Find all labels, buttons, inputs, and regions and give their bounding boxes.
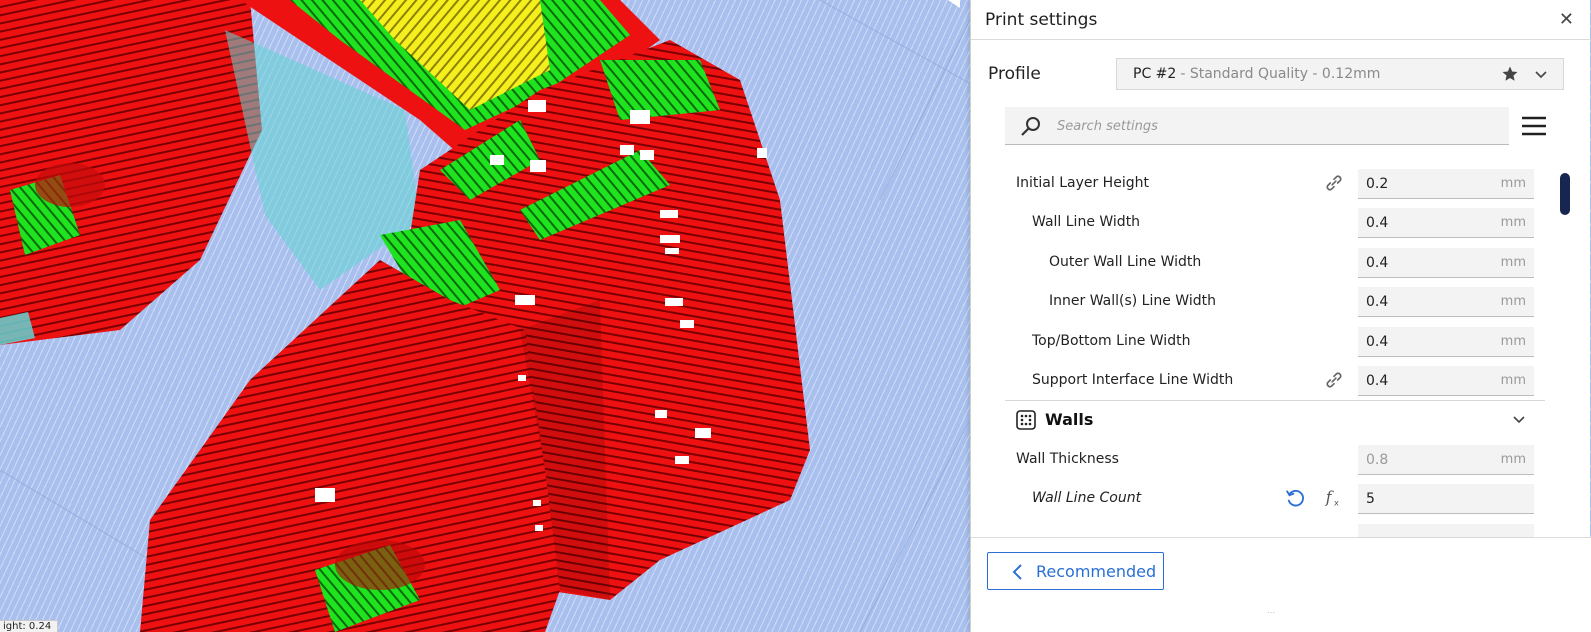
search-icon (1021, 117, 1040, 136)
setting-label: Inner Wall(s) Line Width (1049, 293, 1216, 309)
category-label: Walls (1045, 410, 1094, 429)
outer-wall-line-width-field[interactable]: 0.4 mm (1358, 248, 1534, 278)
model-part-left (0, 0, 262, 345)
search-row (1005, 107, 1548, 145)
walls-icon (1016, 410, 1036, 430)
field-unit: mm (1500, 255, 1526, 270)
field-unit: mm (1500, 294, 1526, 309)
panel-title: Print settings (985, 9, 1098, 30)
field-value: 5 (1366, 490, 1375, 507)
setting-inner-wall-line-width: Inner Wall(s) Line Width 0.4 mm (1005, 284, 1545, 318)
layer-height-readout: ight: 0.24 (0, 620, 58, 632)
settings-visibility-menu-icon[interactable] (1520, 112, 1548, 140)
recommended-label: Recommended (1036, 562, 1157, 581)
link-icon[interactable] (1323, 172, 1345, 194)
setting-label: Support Interface Line Width (1032, 372, 1234, 388)
category-walls[interactable]: Walls (1005, 400, 1545, 440)
setting-label: Wall Line Width (1032, 214, 1141, 230)
profile-label: Profile (988, 64, 1041, 84)
settings-list[interactable]: Initial Layer Height 0.2 mm Wall Line Wi… (1005, 163, 1545, 537)
top-bottom-line-width-field[interactable]: 0.4 mm (1358, 327, 1534, 357)
svg-text:x: x (1334, 497, 1339, 507)
field-value: 0.4 (1366, 333, 1389, 350)
chevron-down-icon[interactable] (1511, 412, 1527, 428)
field-value: 0.2 (1366, 175, 1389, 192)
field-value: 0.4 (1366, 293, 1389, 310)
print-settings-panel: Print settings ✕ Profile PC #2 - Standar… (970, 0, 1591, 632)
inner-wall-line-width-field[interactable]: 0.4 mm (1358, 287, 1534, 317)
close-icon[interactable]: ✕ (1559, 10, 1574, 29)
field-value: 0.4 (1366, 372, 1389, 389)
setting-outer-wall-line-width: Outer Wall Line Width 0.4 mm (1005, 245, 1545, 279)
next-field-partial[interactable] (1358, 524, 1534, 537)
field-value: 0.4 (1366, 254, 1389, 271)
profile-dropdown[interactable]: PC #2 - Standard Quality - 0.12mm (1116, 58, 1564, 90)
panel-footer: Recommended ⋯ (971, 537, 1591, 632)
recommended-button[interactable]: Recommended (987, 552, 1164, 590)
profile-detail: - Standard Quality - 0.12mm (1180, 66, 1381, 82)
field-unit: mm (1500, 334, 1526, 349)
settings-scrollbar[interactable] (1560, 173, 1570, 215)
setting-label: Top/Bottom Line Width (1032, 333, 1191, 349)
resize-grip[interactable]: ⋯ (1267, 608, 1276, 617)
setting-label: Wall Line Count (1032, 490, 1142, 506)
star-icon[interactable] (1501, 65, 1519, 83)
field-unit: mm (1500, 215, 1526, 230)
link-icon[interactable] (1323, 369, 1345, 391)
setting-label: Outer Wall Line Width (1049, 254, 1202, 270)
setting-label: Initial Layer Height (1016, 175, 1149, 191)
profile-row: Profile PC #2 - Standard Quality - 0.12m… (971, 58, 1591, 90)
search-input[interactable] (1057, 111, 1487, 141)
setting-wall-thickness: Wall Thickness 0.8 mm (1005, 442, 1545, 476)
field-unit: mm (1500, 373, 1526, 388)
field-unit: mm (1500, 176, 1526, 191)
chevron-down-icon[interactable] (1533, 67, 1549, 83)
reset-icon[interactable] (1284, 487, 1306, 509)
field-value: 0.8 (1366, 451, 1389, 468)
initial-layer-height-field[interactable]: 0.2 mm (1358, 169, 1534, 199)
wall-line-width-field[interactable]: 0.4 mm (1358, 208, 1534, 238)
wall-thickness-field[interactable]: 0.8 mm (1358, 445, 1534, 475)
support-interface-line-width-field[interactable]: 0.4 mm (1358, 366, 1534, 396)
chevron-left-icon (1012, 564, 1022, 580)
wall-line-count-field[interactable]: 5 (1358, 484, 1534, 514)
setting-initial-layer-height: Initial Layer Height 0.2 mm (1005, 166, 1545, 200)
function-icon[interactable]: f x (1323, 487, 1345, 509)
field-unit: mm (1500, 452, 1526, 467)
profile-name: PC #2 (1133, 66, 1177, 82)
setting-label: Wall Thickness (1016, 451, 1119, 467)
setting-wall-line-width: Wall Line Width 0.4 mm (1005, 205, 1545, 239)
setting-support-interface-line-width: Support Interface Line Width 0.4 mm (1005, 363, 1545, 397)
field-value: 0.4 (1366, 214, 1389, 231)
setting-wall-line-count: Wall Line Count f x 5 (1005, 481, 1545, 515)
setting-top-bottom-line-width: Top/Bottom Line Width 0.4 mm (1005, 324, 1545, 358)
panel-header: Print settings ✕ (971, 0, 1590, 40)
setting-next-partial (1005, 521, 1545, 537)
search-box (1005, 107, 1509, 145)
